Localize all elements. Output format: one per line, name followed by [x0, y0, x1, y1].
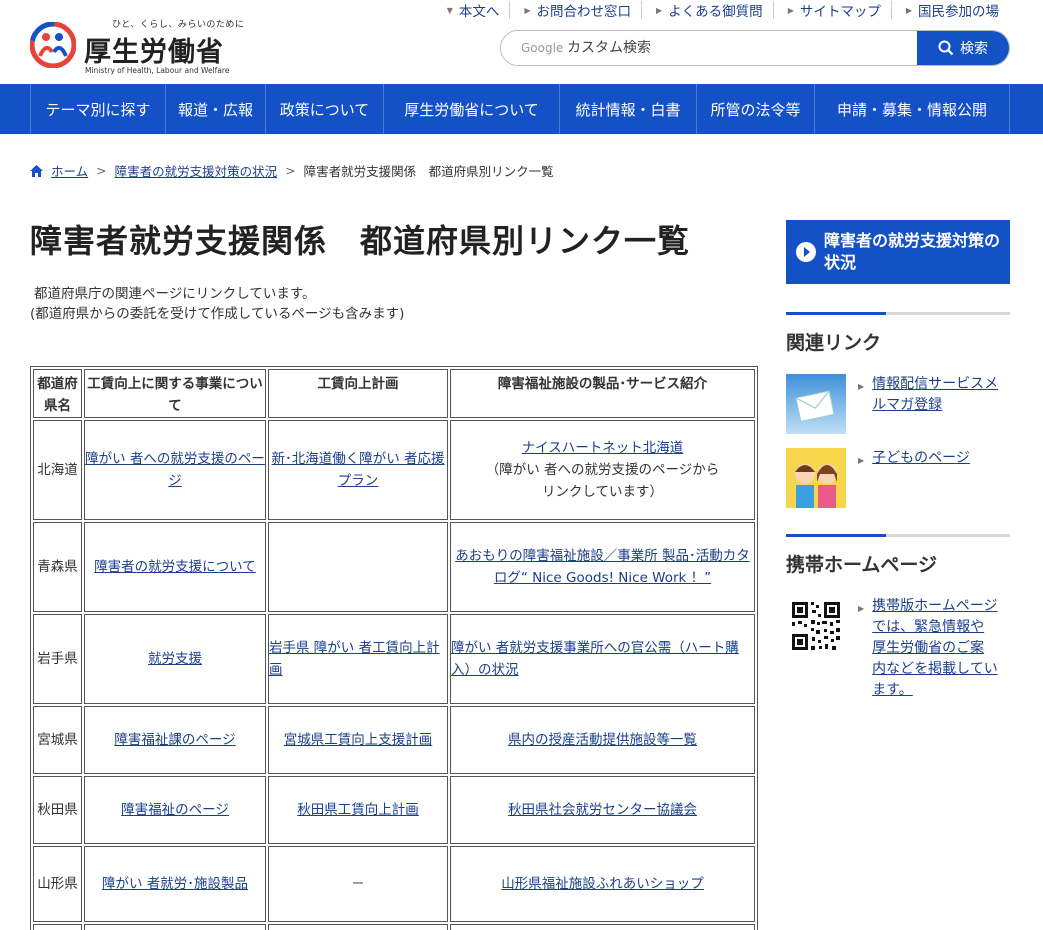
table-row: 青森県 障害者の就労支援について あおもりの障害福祉施設／事業所 製品･活動カタ…	[33, 522, 755, 612]
wage-plan-link[interactable]: 秋田県工賃向上計画	[297, 802, 419, 818]
chevron-right-icon: >	[285, 163, 296, 178]
envelope-thumbnail-icon	[786, 374, 846, 434]
related-link-mailmag[interactable]: ▶ 情報配信サービスメルマガ登録	[786, 374, 1010, 434]
product-link[interactable]: 県内の授産活動提供施設等一覧	[508, 732, 697, 748]
wage-plan-link[interactable]: 岩手県 障がい 者工賃向上計画	[269, 640, 440, 678]
logo-title: 厚生労働省	[84, 37, 224, 68]
section-divider	[786, 534, 1010, 537]
chevron-right-icon: >	[96, 163, 107, 178]
home-icon	[30, 164, 43, 177]
site-header: ひと、くらし、みらいのために 厚生労働省 Ministry of Health,…	[0, 0, 1043, 84]
prefecture-name: 宮城県	[33, 706, 82, 774]
related-link-label: 情報配信サービスメルマガ登録	[872, 376, 999, 413]
circle-arrow-icon	[796, 242, 816, 262]
wage-project-link[interactable]: 障がい 者就労･施設製品	[102, 876, 248, 892]
utility-link-participation[interactable]: ▶ 国民参加の場	[890, 1, 1009, 20]
global-nav: テーマ別に探す 報道・広報 政策について 厚生労働省について 統計情報・白書 所…	[0, 84, 1043, 134]
mobile-site-link[interactable]: ▶ 携帯版ホームページでは、緊急情報や厚生労働省のご案内などを掲載しています。	[786, 596, 1010, 701]
triangle-down-icon: ▼	[446, 5, 453, 15]
mobile-site-heading: 携帯ホームページ	[786, 554, 938, 576]
wage-project-link[interactable]: 障害者の就労支援について	[94, 559, 256, 575]
product-link[interactable]: あおもりの障害福祉施設／事業所 製品･活動カタログ“ Nice Goods! N…	[455, 548, 750, 586]
prefecture-link-table: 都道府県名 工賃向上に関する事業について 工賃向上計画 障害福祉施設の製品･サー…	[30, 366, 758, 930]
nav-item-statistics[interactable]: 統計情報・白書	[559, 84, 696, 134]
section-divider	[786, 312, 1010, 315]
prefecture-name: 北海道	[33, 420, 82, 520]
search-box: Google 検索	[500, 30, 1010, 66]
utility-link-contact[interactable]: ▶ お問合わせ窓口	[509, 1, 641, 20]
logo-title-en: Ministry of Health, Labour and Welfare	[85, 66, 230, 75]
wage-project-link[interactable]: 就労支援	[148, 651, 202, 667]
prefecture-name: 秋田県	[33, 776, 82, 844]
search-icon	[938, 40, 954, 56]
site-logo[interactable]: ひと、くらし、みらいのために 厚生労働省 Ministry of Health,…	[30, 14, 244, 76]
qr-code-icon	[786, 596, 846, 656]
product-link[interactable]: 山形県福祉施設ふれあいショップ	[501, 876, 704, 892]
header-wage-projects: 工賃向上に関する事業について	[84, 369, 266, 418]
nav-item-themes[interactable]: テーマ別に探す	[30, 84, 165, 134]
utility-link-skip[interactable]: ▼ 本文へ	[433, 1, 510, 20]
triangle-right-icon: ▶	[787, 5, 794, 15]
table-row: 秋田県 障害福祉のページ 秋田県工賃向上計画 秋田県社会就労センター協議会	[33, 776, 755, 844]
triangle-right-icon: ▶	[858, 456, 865, 465]
related-link-label: 子どものページ	[872, 450, 970, 466]
prefecture-table-wrapper: 都道府県名 工賃向上に関する事業について 工賃向上計画 障害福祉施設の製品･サー…	[30, 366, 758, 930]
breadcrumb-parent[interactable]: 障害者の就労支援対策の状況	[115, 161, 278, 180]
page-title: 障害者就労支援関係 都道府県別リンク一覧	[30, 222, 691, 260]
wage-plan-link[interactable]: 宮城県工賃向上支援計画	[284, 732, 433, 748]
intro-text: 都道府県庁の関連ページにリンクしています。 (都道府県からの委託を受けて作成して…	[30, 284, 404, 324]
related-links-heading: 関連リンク	[786, 332, 882, 354]
nav-item-laws[interactable]: 所管の法令等	[696, 84, 814, 134]
table-row: 宮城県 障害福祉課のページ 宮城県工賃向上支援計画 県内の授産活動提供施設等一覧	[33, 706, 755, 774]
prefecture-name: 山形県	[33, 846, 82, 922]
logo-tagline: ひと、くらし、みらいのために	[112, 20, 245, 30]
triangle-right-icon: ▶	[905, 5, 912, 15]
breadcrumb-home[interactable]: ホーム	[51, 161, 88, 180]
intro-line-2: (都道府県からの委託を受けて作成しているページも含みます)	[30, 306, 405, 322]
table-row	[33, 924, 755, 930]
wage-plan-none: －	[351, 876, 365, 892]
nav-item-about[interactable]: 厚生労働省について	[383, 84, 559, 134]
product-link[interactable]: ナイスハートネット北海道	[522, 440, 684, 456]
nav-item-press[interactable]: 報道・広報	[165, 84, 265, 134]
utility-links: ▼ 本文へ ▶ お問合わせ窓口 ▶ よくある御質問 ▶ サイトマップ ▶ 国民参加の場	[433, 1, 1009, 20]
table-row: 岩手県 就労支援 岩手県 障がい 者工賃向上計画 障がい 者就労支援事業所への官…	[33, 614, 755, 704]
wage-plan-link[interactable]: 新･北海道働く障がい 者応援プラン	[271, 451, 444, 489]
breadcrumb-current: 障害者就労支援関係 都道府県別リンク一覧	[303, 164, 554, 179]
header-products: 障害福祉施設の製品･サービス紹介	[450, 369, 755, 418]
product-link[interactable]: 障がい 者就労支援事業所への官公需（ハート購入）の状況	[451, 640, 739, 678]
prefecture-name: 岩手県	[33, 614, 82, 704]
nav-item-policy[interactable]: 政策について	[265, 84, 383, 134]
prefecture-name: 青森県	[33, 522, 82, 612]
mobile-site-label: 携帯版ホームページでは、緊急情報や厚生労働省のご案内などを掲載しています。	[872, 598, 998, 698]
triangle-right-icon: ▶	[858, 604, 865, 613]
breadcrumb: ホーム > 障害者の就労支援対策の状況 > 障害者就労支援関係 都道府県別リンク…	[30, 161, 554, 180]
triangle-right-icon: ▶	[656, 5, 663, 15]
product-link[interactable]: 秋田県社会就労センター協議会	[508, 802, 697, 818]
wage-project-link[interactable]: 障害福祉のページ	[121, 802, 229, 818]
wage-project-link[interactable]: 障がい 者への就労支援のページ	[85, 451, 265, 489]
intro-line-1: 都道府県庁の関連ページにリンクしています。	[34, 286, 316, 302]
table-row: 北海道 障がい 者への就労支援のページ 新･北海道働く障がい 者応援プラン ナイ…	[33, 420, 755, 520]
nav-item-applications[interactable]: 申請・募集・情報公開	[814, 84, 1010, 134]
children-thumbnail-icon	[786, 448, 846, 508]
triangle-right-icon: ▶	[858, 382, 865, 391]
utility-link-faq[interactable]: ▶ よくある御質問	[641, 1, 773, 20]
wage-project-link[interactable]: 障害福祉課のページ	[114, 732, 235, 748]
utility-link-sitemap[interactable]: ▶ サイトマップ	[772, 1, 891, 20]
sidebar-banner-label: 障害者の就労支援対策の状況	[824, 231, 1001, 272]
sidebar-banner-link[interactable]: 障害者の就労支援対策の状況	[786, 220, 1010, 284]
related-link-kids[interactable]: ▶ 子どものページ	[786, 448, 1010, 508]
header-wage-plan: 工賃向上計画	[268, 369, 448, 418]
table-row: 山形県 障がい 者就労･施設製品 － 山形県福祉施設ふれあいショップ	[33, 846, 755, 922]
search-button[interactable]: 検索	[917, 31, 1009, 65]
table-header-row: 都道府県名 工賃向上に関する事業について 工賃向上計画 障害福祉施設の製品･サー…	[33, 369, 755, 418]
header-prefecture: 都道府県名	[33, 369, 82, 418]
product-note: （障がい 者への就労支援のページからリンクしています）	[485, 462, 720, 500]
triangle-right-icon: ▶	[524, 5, 531, 15]
mhlw-logo-icon	[30, 22, 76, 68]
search-input[interactable]	[501, 31, 917, 65]
